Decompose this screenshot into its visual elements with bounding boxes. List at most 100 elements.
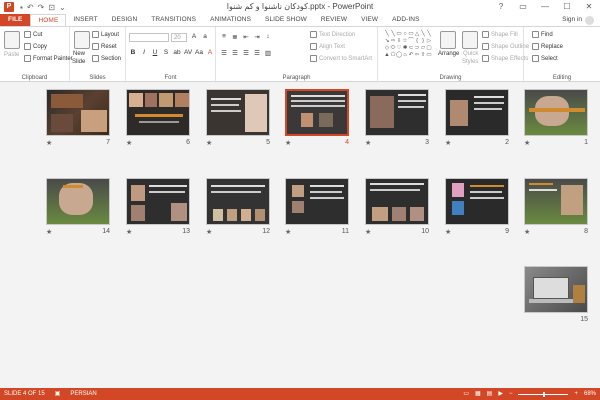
decrease-indent-icon[interactable]: ⇤ bbox=[242, 33, 250, 41]
new-slide-label[interactable]: New bbox=[73, 51, 85, 57]
slide-thumbnail[interactable]: ★ 1 bbox=[524, 89, 588, 149]
tab-home[interactable]: HOME bbox=[30, 14, 67, 26]
tab-file[interactable]: FILE bbox=[0, 14, 31, 26]
font-color-icon[interactable]: A bbox=[206, 49, 214, 56]
shape-fill-button[interactable]: Shape Fill bbox=[482, 31, 518, 38]
change-case-icon[interactable]: Aa bbox=[195, 49, 203, 56]
align-right-icon[interactable]: ☰ bbox=[242, 49, 250, 57]
sign-in-link[interactable]: Sign in bbox=[562, 14, 582, 26]
undo-icon[interactable]: ↶ bbox=[27, 3, 34, 12]
arrange-icon[interactable] bbox=[440, 31, 456, 49]
text-direction-button[interactable]: Text Direction bbox=[310, 31, 355, 38]
zoom-in-button[interactable]: + bbox=[574, 388, 578, 400]
shape-outline-button[interactable]: Shape Outline bbox=[482, 43, 529, 50]
tab-animations[interactable]: ANIMATIONS bbox=[203, 14, 258, 26]
slide-image[interactable] bbox=[285, 178, 349, 225]
slide-image[interactable] bbox=[524, 89, 588, 136]
redo-icon[interactable]: ↷ bbox=[38, 3, 45, 12]
convert-smartart-button[interactable]: Convert to SmartArt bbox=[310, 55, 372, 62]
save-icon[interactable]: ▪ bbox=[20, 3, 23, 12]
line-spacing-icon[interactable]: ↕ bbox=[264, 33, 272, 41]
maximize-button[interactable]: ☐ bbox=[556, 0, 578, 14]
help-button[interactable]: ? bbox=[490, 0, 512, 14]
strikethrough-icon[interactable]: ab bbox=[173, 49, 181, 56]
slide-image[interactable] bbox=[445, 178, 509, 225]
slide-image[interactable] bbox=[445, 89, 509, 136]
new-slide-icon[interactable] bbox=[74, 31, 90, 49]
slide-thumbnail[interactable]: ★ 10 bbox=[365, 178, 429, 238]
slide-image[interactable] bbox=[365, 89, 429, 136]
zoom-slider[interactable] bbox=[518, 391, 569, 397]
columns-icon[interactable]: ▥ bbox=[264, 49, 272, 57]
shadow-icon[interactable]: S bbox=[162, 49, 170, 56]
justify-icon[interactable]: ☰ bbox=[253, 49, 261, 57]
language-indicator[interactable]: PERSIAN bbox=[70, 388, 96, 400]
customize-qat-icon[interactable]: ⌄ bbox=[59, 3, 66, 12]
copy-button[interactable]: Copy bbox=[24, 43, 47, 50]
italic-icon[interactable]: I bbox=[140, 49, 148, 56]
numbering-icon[interactable]: ≣ bbox=[231, 33, 239, 41]
slide-image[interactable] bbox=[365, 178, 429, 225]
spell-check-icon[interactable]: ▣ bbox=[55, 388, 61, 400]
layout-button[interactable]: Layout bbox=[92, 31, 119, 38]
grow-font-icon[interactable]: A bbox=[190, 33, 198, 40]
align-left-icon[interactable]: ☰ bbox=[220, 49, 228, 57]
slide-thumbnail[interactable]: ★ 4 bbox=[285, 89, 349, 149]
quick-styles-label-2[interactable]: Styles bbox=[462, 59, 478, 65]
shape-effects-button[interactable]: Shape Effects bbox=[482, 55, 528, 62]
font-name-box[interactable] bbox=[129, 33, 169, 42]
underline-icon[interactable]: U bbox=[151, 49, 159, 56]
tab-view[interactable]: VIEW bbox=[354, 14, 385, 26]
start-from-beginning-icon[interactable]: ⊡ bbox=[48, 3, 55, 12]
tab-review[interactable]: REVIEW bbox=[314, 14, 354, 26]
select-button[interactable]: Select bbox=[532, 55, 558, 62]
slide-thumbnail[interactable]: ★ 14 bbox=[46, 178, 110, 238]
slide-sorter[interactable]: ★ 7 ★ 6 ★ 5 ★ 4 ★ 3 ★ 2 ★ 1 ★ 14 ★ 13 ★ … bbox=[0, 83, 600, 384]
shrink-font-icon[interactable]: a bbox=[201, 33, 209, 40]
increase-indent-icon[interactable]: ⇥ bbox=[253, 33, 261, 41]
slide-thumbnail[interactable]: ★ 6 bbox=[126, 89, 190, 149]
slide-image[interactable] bbox=[126, 89, 190, 136]
zoom-level[interactable]: 68% bbox=[584, 388, 596, 400]
normal-view-icon[interactable]: ▭ bbox=[463, 388, 469, 400]
slide-thumbnail[interactable]: ★ 5 bbox=[206, 89, 270, 149]
reset-button[interactable]: Reset bbox=[92, 43, 117, 50]
minimize-button[interactable]: — bbox=[534, 0, 556, 14]
shapes-gallery[interactable]: ╲ ╲ ▭ ○ ▭ △ ╲ ╲ ↘ ⇨ ⇩ ☆ ⌒{} ▷ ◇ ⬭ ♡ ✱ ⊂ ⊃ ▱ ▢ ▲ ⬠ ◯ ⌂ ↶ ⇦ ⇧ ▭ bbox=[384, 31, 432, 65]
slide-thumbnail[interactable]: ★ 3 bbox=[365, 89, 429, 149]
user-avatar[interactable] bbox=[585, 16, 594, 25]
tab-add-ins[interactable]: ADD-INS bbox=[385, 14, 426, 26]
paste-icon[interactable] bbox=[4, 31, 20, 49]
bullets-icon[interactable]: ≡ bbox=[220, 33, 228, 41]
zoom-slider-thumb[interactable] bbox=[543, 391, 546, 397]
font-size-box[interactable]: 20 bbox=[171, 33, 187, 42]
slide-sorter-view-icon[interactable]: ▦ bbox=[475, 388, 481, 400]
slide-thumbnail[interactable]: ★ 8 bbox=[524, 178, 588, 238]
slide-thumbnail[interactable]: ★ 2 bbox=[445, 89, 509, 149]
quick-styles-label[interactable]: Quick bbox=[463, 51, 478, 57]
slide-image[interactable] bbox=[285, 89, 349, 136]
slide-image[interactable] bbox=[206, 178, 270, 225]
slide-image[interactable] bbox=[524, 266, 588, 313]
tab-transitions[interactable]: TRANSITIONS bbox=[144, 14, 203, 26]
slide-thumbnail[interactable]: ★ 11 bbox=[285, 178, 349, 238]
arrange-button[interactable]: Arrange bbox=[438, 51, 459, 57]
slide-image[interactable] bbox=[46, 89, 110, 136]
slide-thumbnail[interactable]: ★ 13 bbox=[126, 178, 190, 238]
find-button[interactable]: Find bbox=[532, 31, 553, 38]
slide-image[interactable] bbox=[126, 178, 190, 225]
tab-design[interactable]: DESIGN bbox=[105, 14, 145, 26]
slide-thumbnail[interactable]: 15 bbox=[524, 266, 588, 326]
ribbon-display-options-button[interactable]: ▭ bbox=[512, 0, 534, 14]
bold-icon[interactable]: B bbox=[129, 49, 137, 56]
close-button[interactable]: ✕ bbox=[578, 0, 600, 14]
slide-thumbnail[interactable]: ★ 9 bbox=[445, 178, 509, 238]
replace-button[interactable]: Replace bbox=[532, 43, 563, 50]
quick-styles-icon[interactable] bbox=[462, 31, 478, 49]
align-center-icon[interactable]: ☰ bbox=[231, 49, 239, 57]
character-spacing-icon[interactable]: AV bbox=[184, 49, 192, 56]
reading-view-icon[interactable]: ▤ bbox=[487, 388, 493, 400]
zoom-out-button[interactable]: − bbox=[509, 388, 513, 400]
slide-thumbnail[interactable]: ★ 12 bbox=[206, 178, 270, 238]
format-painter-button[interactable]: Format Painter bbox=[24, 55, 73, 62]
